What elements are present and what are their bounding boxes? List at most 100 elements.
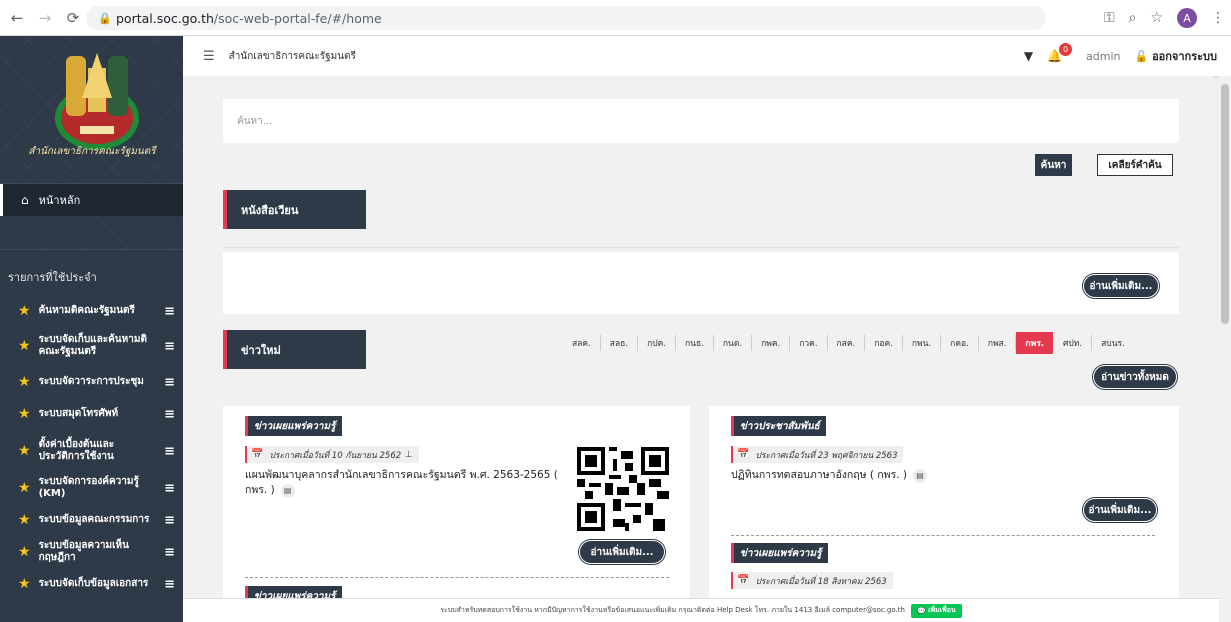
tab-news-active[interactable]: กพร.: [1016, 332, 1053, 354]
back-icon[interactable]: ←: [6, 7, 28, 29]
calendar-icon: 📅: [737, 575, 750, 586]
tab-news-5[interactable]: กพค.: [752, 335, 791, 351]
news-read-more-button[interactable]: อ่านเพิ่มเติม...: [579, 540, 665, 564]
search-input[interactable]: ค้นหา...: [223, 99, 1179, 143]
menu-bars-icon: ≡: [164, 480, 175, 496]
sidebar-item-krisdika[interactable]: ★ ระบบข้อมูลความเห็นกฤษฎีกา ≡: [0, 536, 183, 568]
circulars-panel: [223, 252, 1179, 314]
news-section-title: ข่าวใหม่: [223, 330, 366, 369]
tab-news-1[interactable]: สลธ.: [601, 335, 639, 351]
reload-icon[interactable]: ⟳: [62, 7, 84, 29]
kebab-menu-icon[interactable]: ⋮: [1211, 10, 1225, 26]
sidebar-item-documents[interactable]: ★ ระบบจัดเก็บข้อมูลเอกสาร ≡: [0, 568, 183, 600]
circulars-read-more-button[interactable]: อ่านเพิ่มเติม...: [1083, 274, 1159, 298]
news-date: 📅 ประกาศเมื่อวันที่ 18 สิงหาคม 2563: [731, 572, 893, 589]
top-header: ☰ สำนักเลขาธิการคณะรัฐมนตรี ▼ 🔔 0 admin …: [183, 36, 1231, 76]
sidebar-item-cabinet-search[interactable]: ★ ค้นหามติคณะรัฐมนตรี ≡: [0, 296, 183, 326]
news-read-more-button[interactable]: อ่านเพิ่มเติม...: [1083, 498, 1157, 522]
notification-badge: 0: [1059, 43, 1073, 56]
zoom-icon[interactable]: ⌕: [1129, 10, 1137, 26]
tab-news-14[interactable]: สบนร.: [1092, 335, 1134, 351]
sidebar-item-phonebook[interactable]: ★ ระบบสมุดโทรศัพท์ ≡: [0, 398, 183, 430]
line-add-friend-button[interactable]: 💬 เพิ่มเพื่อน: [910, 603, 962, 618]
main-content: ค้นหา... ค้นหา เคลียร์คำค้น หนังสือเวียน…: [183, 76, 1213, 622]
news-card-tag: ข่าวประชาสัมพันธ์: [731, 416, 826, 436]
star-icon: ★: [18, 303, 31, 319]
lock-icon: 🔓: [1134, 50, 1149, 63]
sidebar-item-home[interactable]: ⌂ หน้าหลัก: [0, 184, 183, 216]
news-title-link[interactable]: แผนพัฒนาบุคลากรสำนักเลขาธิการคณะรัฐมนตรี…: [245, 468, 565, 498]
menu-bars-icon: ≡: [164, 406, 175, 422]
news-date: 📅 ประกาศเมื่อวันที่ 10 กันยายน 2562 ⊥: [245, 446, 419, 463]
news-title-link[interactable]: ปฏิทินการทดสอบภาษาอังกฤษ ( กพร. ) ▤: [731, 468, 1061, 483]
tab-news-4[interactable]: กนต.: [714, 335, 753, 351]
tab-news-9[interactable]: กพน.: [903, 335, 942, 351]
user-name[interactable]: admin: [1086, 50, 1120, 63]
url-path: /soc-web-portal-fe/#/home: [213, 10, 382, 26]
logo-area: สำนักเลขาธิการคณะรัฐมนตรี: [0, 36, 183, 184]
page-scrollbar[interactable]: [1219, 76, 1231, 622]
search-button[interactable]: ค้นหา: [1035, 154, 1072, 176]
tab-news-10[interactable]: กคอ.: [941, 335, 979, 351]
star-icon: ★: [18, 406, 31, 422]
star-icon: ★: [18, 480, 31, 496]
key-icon[interactable]: ⚿: [1104, 10, 1115, 26]
bookmark-star-icon[interactable]: ☆: [1150, 10, 1163, 26]
sidebar-item-meeting-agenda[interactable]: ★ ระบบจัดวาระการประชุม ≡: [0, 366, 183, 398]
scrollbar-thumb[interactable]: [1221, 84, 1229, 324]
sidebar-item-cabinet-archive[interactable]: ★ ระบบจัดเก็บและค้นหามติคณะรัฐมนตรี ≡: [0, 326, 183, 366]
browser-toolbar: ← → ⟳ 🔒 portal.soc.go.th/soc-web-portal-…: [0, 0, 1231, 36]
news-card-right: ข่าวประชาสัมพันธ์ 📅 ประกาศเมื่อวันที่ 23 …: [709, 406, 1179, 622]
star-icon: ★: [18, 443, 31, 459]
calendar-icon: 📅: [251, 449, 264, 460]
sidebar-item-km[interactable]: ★ ระบบจัดการองค์ความรู้ (KM) ≡: [0, 472, 183, 504]
forward-icon[interactable]: →: [34, 7, 56, 29]
news-divider: [245, 577, 669, 578]
calendar-icon: 📅: [737, 449, 750, 460]
pin-icon: ⊥: [405, 449, 413, 460]
tab-news-7[interactable]: กสค.: [828, 335, 866, 351]
tab-news-8[interactable]: กอค.: [865, 335, 903, 351]
logo-caption: สำนักเลขาธิการคณะรัฐมนตรี: [28, 146, 156, 157]
tab-news-3[interactable]: กนธ.: [676, 335, 714, 351]
home-icon: ⌂: [21, 193, 29, 207]
star-icon: ★: [18, 512, 31, 528]
logout-link[interactable]: 🔓 ออกจากระบบ: [1135, 47, 1217, 65]
menu-bars-icon: ≡: [164, 576, 175, 592]
tab-news-2[interactable]: กปค.: [638, 335, 677, 351]
read-all-news-button[interactable]: อ่านข่าวทั้งหมด: [1093, 365, 1177, 389]
divider: [223, 247, 1179, 248]
url-host: portal.soc.go.th: [116, 10, 214, 26]
news-card-left: ข่าวเผยแพร่ความรู้ 📅 ประกาศเมื่อวันที่ 10…: [223, 406, 690, 622]
document-icon: ▤: [280, 484, 295, 498]
sidebar-item-settings-history[interactable]: ★ ตั้งค่าเบื้องต้นและประวัติการใช้งาน ≡: [0, 430, 183, 472]
news-card-tag: ข่าวเผยแพร่ความรู้: [245, 416, 342, 436]
menu-bars-icon: ≡: [164, 443, 175, 459]
header-org-name: สำนักเลขาธิการคณะรัฐมนตรี: [228, 50, 356, 62]
star-icon: ★: [18, 576, 31, 592]
sidebar-divider: [0, 216, 183, 250]
news-card-tag: ข่าวเผยแพร่ความรู้: [731, 543, 828, 563]
sidebar-item-label: หน้าหลัก: [38, 194, 81, 207]
document-icon: ▤: [913, 469, 927, 483]
tab-news-13[interactable]: ศปท.: [1054, 335, 1093, 351]
address-bar[interactable]: 🔒 portal.soc.go.th/soc-web-portal-fe/#/h…: [86, 6, 1046, 30]
circulars-section-title: หนังสือเวียน: [223, 190, 366, 229]
star-icon: ★: [18, 338, 31, 354]
menu-toggle-icon[interactable]: ☰: [203, 49, 215, 64]
tab-news-11[interactable]: กพส.: [979, 335, 1017, 351]
lock-icon: 🔒: [98, 12, 112, 25]
sidebar-item-committee[interactable]: ★ ระบบข้อมูลคณะกรรมการ ≡: [0, 504, 183, 536]
news-tabs: สลค. สลธ. กปค. กนธ. กนต. กพค. กวค. กสค. …: [563, 332, 1134, 354]
footer-bar: ระบบสำหรับทดสอบการใช้งาน หากมีปัญหาการใช…: [183, 598, 1219, 622]
clear-search-button[interactable]: เคลียร์คำค้น: [1097, 154, 1173, 176]
notification-bell[interactable]: 🔔 0: [1047, 43, 1073, 63]
news-date: 📅 ประกาศเมื่อวันที่ 23 พฤศจิกายน 2563: [731, 446, 904, 463]
profile-avatar[interactable]: A: [1177, 8, 1197, 28]
tab-news-6[interactable]: กวค.: [790, 335, 828, 351]
news-divider: [731, 535, 1155, 536]
pin-icon[interactable]: ▼: [1024, 49, 1033, 63]
footer-text: ระบบสำหรับทดสอบการใช้งาน หากมีปัญหาการใช…: [440, 606, 905, 614]
star-icon: ★: [18, 544, 31, 560]
tab-news-0[interactable]: สลค.: [563, 335, 601, 351]
